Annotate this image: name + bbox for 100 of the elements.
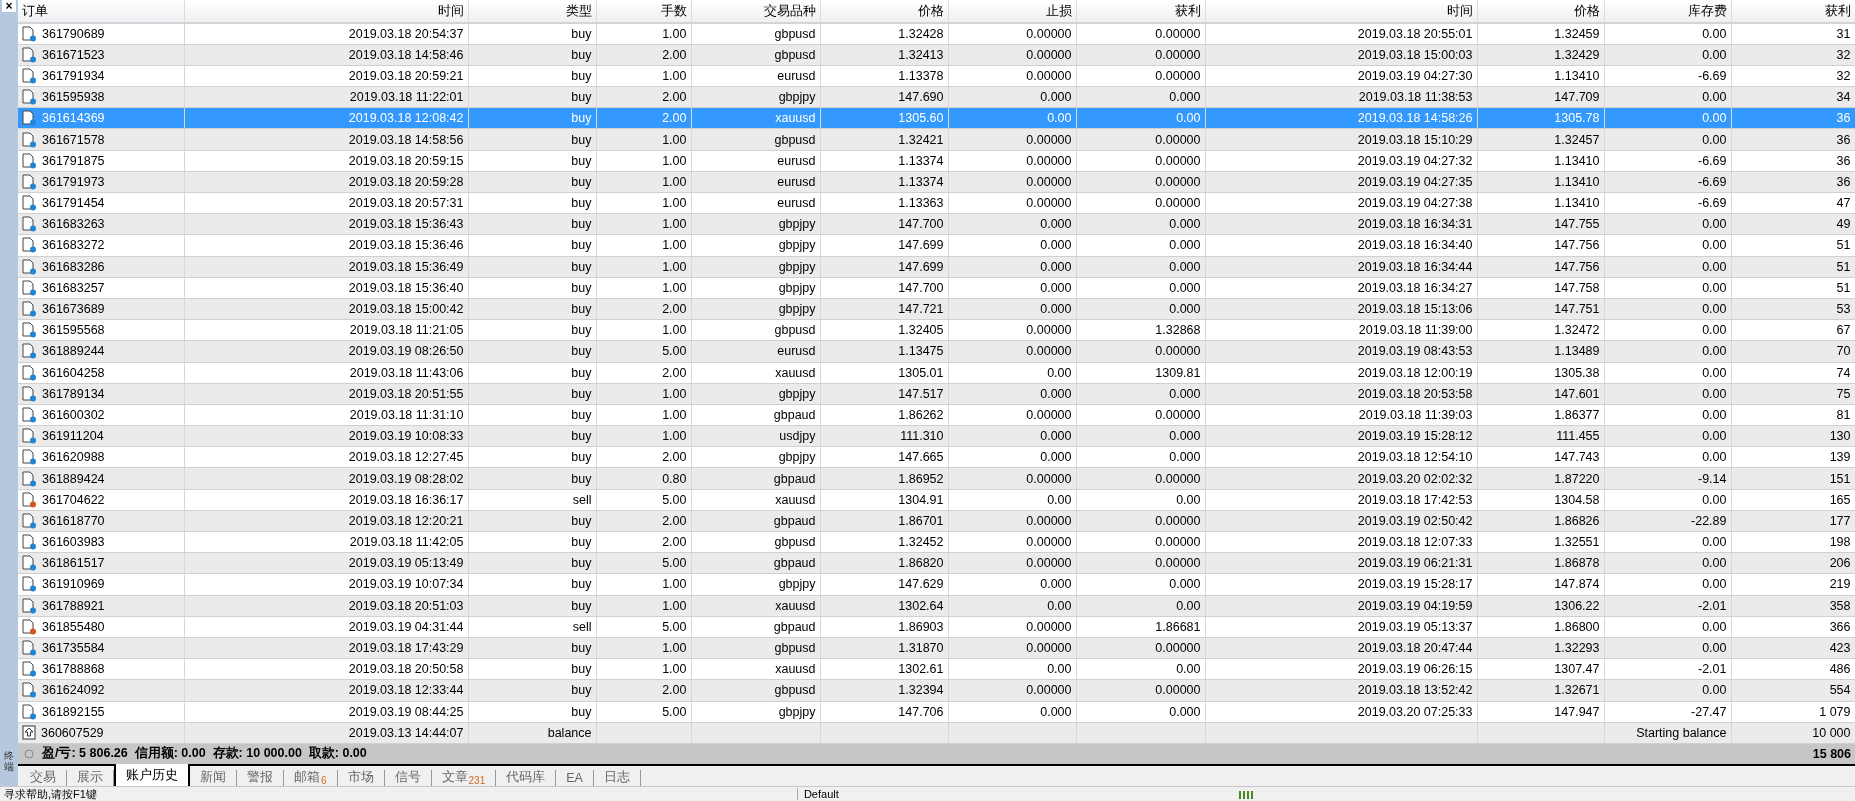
column-header[interactable]: 时间 — [184, 0, 468, 23]
trade-row[interactable]: 361910969 2019.03.19 10:07:34 buy 1.00 gbpjpy 147.629 0.000 0.000 2019.03.19 15:28:17 147.874 0.00 219 — [18, 573, 1855, 596]
tab[interactable]: 信号 — [384, 769, 432, 786]
table-cell: 36 — [1836, 132, 1851, 147]
column-header[interactable]: 类型 — [468, 0, 596, 23]
trade-row[interactable]: 361603983 2019.03.18 11:42:05 buy 2.00 gbpusd 1.32452 0.00000 0.00000 2019.03.18 12:07:33 1.32551 0.00 198 — [18, 531, 1855, 553]
trade-row[interactable]: 361911204 2019.03.19 10:08:33 buy 1.00 usdjpy 111.310 0.000 0.000 2019.03.19 15:28:12 111.455 0.00 130 — [18, 425, 1855, 447]
status-help-text: 寻求帮助,请按F1键 — [4, 788, 97, 800]
column-header[interactable]: 订单 — [18, 0, 184, 23]
close-button[interactable]: × — [2, 0, 16, 12]
table-cell: 1.00 — [662, 132, 687, 147]
table-cell: 2019.03.18 12:54:10 — [1357, 450, 1473, 465]
table-cell: 1.32293 — [1554, 641, 1600, 656]
column-header[interactable]: 价格 — [820, 0, 948, 23]
table-cell: 2019.03.18 11:31:10 — [349, 407, 464, 422]
trade-row[interactable]: 361791454 2019.03.18 20:57:31 buy 1.00 eurusd 1.13363 0.00000 0.00000 2019.03.19 04:27:38 1.13410 -6.69 47 — [18, 192, 1855, 214]
table-cell: 2019.03.18 15:00:03 — [1357, 47, 1473, 62]
trade-row[interactable]: 361790689 2019.03.18 20:54:37 buy 1.00 gbpusd 1.32428 0.00000 0.00000 2019.03.18 20:55:01 1.32459 0.00 31 — [18, 23, 1855, 45]
table-cell: 5.00 — [662, 704, 687, 719]
trade-row[interactable]: 361595938 2019.03.18 11:22:01 buy 2.00 gbpjpy 147.690 0.000 0.000 2019.03.18 11:38:53 147.709 0.00 34 — [18, 86, 1855, 108]
trade-row[interactable]: 361889424 2019.03.19 08:28:02 buy 0.80 gbpaud 1.86952 0.00000 0.00000 2019.03.20 02:02:32 1.87220 -9.14 151 — [18, 467, 1855, 490]
document-icon — [22, 173, 37, 190]
tab[interactable]: 代码库 — [496, 769, 557, 786]
column-header[interactable]: 手数 — [596, 0, 691, 23]
tab[interactable]: EA — [556, 769, 594, 786]
trade-row[interactable]: 361618770 2019.03.18 12:20:21 buy 2.00 gbpaud 1.86701 0.00000 0.00000 2019.03.19 02:50:42 1.86826 -22.89 177 — [18, 510, 1855, 532]
table-cell: 2019.03.19 04:19:59 — [1357, 598, 1473, 613]
summary-text: 盈/亏: 5 806.26 信用额: 0.00 存款: 10 000.00 取款: 0.00 — [42, 745, 367, 763]
document-icon — [22, 534, 37, 551]
trade-row[interactable]: 361624092 2019.03.18 12:33:44 buy 2.00 gbpusd 1.32394 0.00000 0.00000 2019.03.18 13:52:42 1.32671 0.00 554 — [18, 679, 1855, 701]
order-number: 361618770 — [42, 513, 105, 528]
trade-row[interactable]: 361855480 2019.03.19 04:31:44 sell 5.00 gbpaud 1.86903 0.00000 1.86681 2019.03.19 05:13:37 1.86800 0.00 366 — [18, 616, 1855, 638]
column-header[interactable]: 交易品种 — [691, 0, 820, 23]
table-cell: 2019.03.19 04:27:38 — [1357, 196, 1473, 211]
trade-row[interactable]: 361595568 2019.03.18 11:21:05 buy 1.00 gbpusd 1.32405 0.00000 1.32868 2019.03.18 11:39:00 1.32472 0.00 67 — [18, 319, 1855, 341]
tab[interactable]: 警报 — [237, 769, 284, 786]
table-cell: 0.00000 — [1155, 683, 1201, 698]
trade-row[interactable]: 360607529 2019.03.13 14:44:07 balance Starting balance 10 000 — [18, 722, 1855, 744]
document-icon — [22, 661, 37, 678]
table-cell: 0.00 — [1047, 111, 1072, 126]
table-cell: 0.000 — [1169, 90, 1201, 105]
table-cell: 2019.03.19 05:13:37 — [1357, 619, 1473, 634]
trade-row[interactable]: 361791934 2019.03.18 20:59:21 buy 1.00 eurusd 1.13378 0.00000 0.00000 2019.03.19 04:27:30 1.13410 -6.69 32 — [18, 65, 1855, 87]
trade-row[interactable]: 361620988 2019.03.18 12:27:45 buy 2.00 gbpjpy 147.665 0.000 0.000 2019.03.18 12:54:10 147.743 0.00 139 — [18, 446, 1855, 468]
table-cell: gbpaud — [773, 619, 816, 634]
trade-row[interactable]: 361600302 2019.03.18 11:31:10 buy 1.00 gbpaud 1.86262 0.00000 0.00000 2019.03.18 11:39:03 1.86377 0.00 81 — [18, 404, 1855, 426]
trade-row[interactable]: 361683257 2019.03.18 15:36:40 buy 1.00 gbpjpy 147.700 0.000 0.000 2019.03.18 16:34:27 147.758 0.00 51 — [18, 277, 1855, 299]
tab[interactable]: 交易 — [20, 769, 67, 786]
trade-row[interactable]: 361791875 2019.03.18 20:59:15 buy 1.00 eurusd 1.13374 0.00000 0.00000 2019.03.19 04:27:32 1.13410 -6.69 36 — [18, 150, 1855, 172]
trade-row[interactable]: 361788868 2019.03.18 20:50:58 buy 1.00 xauusd 1302.61 0.00 0.00 2019.03.19 06:26:15 1307.47 -2.01 486 — [18, 658, 1855, 680]
table-cell: 2019.03.18 16:34:44 — [1357, 259, 1473, 274]
trade-row[interactable]: 361704622 2019.03.18 16:36:17 sell 5.00 xauusd 1304.91 0.00 0.00 2019.03.18 17:42:53 1304.58 0.00 165 — [18, 489, 1855, 511]
table-cell: 2019.03.19 08:44:25 — [348, 704, 464, 719]
table-cell: 1.86262 — [898, 407, 944, 422]
table-cell: 0.000 — [1040, 302, 1072, 317]
trade-row[interactable]: 361789134 2019.03.18 20:51:55 buy 1.00 gbpjpy 147.517 0.000 0.000 2019.03.18 20:53:58 147.601 0.00 75 — [18, 383, 1855, 405]
document-icon — [22, 703, 37, 720]
document-icon — [22, 258, 37, 275]
table-cell: 554 — [1829, 683, 1851, 698]
table-cell: 2019.03.18 17:43:29 — [348, 641, 464, 656]
document-icon — [22, 110, 37, 127]
table-cell: 2019.03.19 15:28:17 — [1357, 577, 1473, 592]
trade-row[interactable]: 361683263 2019.03.18 15:36:43 buy 1.00 gbpjpy 147.700 0.000 0.000 2019.03.18 16:34:31 147.755 0.00 49 — [18, 213, 1855, 235]
trade-row[interactable]: 361892155 2019.03.19 08:44:25 buy 5.00 gbpjpy 147.706 0.000 0.000 2019.03.20 07:25:33 147.947 -27.47 1 079 — [18, 701, 1855, 723]
document-icon — [22, 131, 37, 148]
trade-row[interactable]: 361671523 2019.03.18 14:58:46 buy 2.00 gbpusd 1.32413 0.00000 0.00000 2019.03.18 15:00:03 1.32429 0.00 32 — [18, 44, 1855, 66]
table-cell: 0.00 — [1176, 662, 1201, 677]
table-cell: buy — [571, 174, 592, 189]
column-header[interactable]: 获利 — [1076, 0, 1205, 23]
order-number: 361603983 — [42, 535, 105, 550]
order-number: 361789134 — [42, 386, 105, 401]
trade-row[interactable]: 361671578 2019.03.18 14:58:56 buy 1.00 gbpusd 1.32421 0.00000 0.00000 2019.03.18 15:10:29 1.32457 0.00 36 — [18, 128, 1855, 151]
trade-row[interactable]: 361788921 2019.03.18 20:51:03 buy 1.00 xauusd 1302.64 0.00 0.00 2019.03.19 04:19:59 1306.22 -2.01 358 — [18, 595, 1855, 617]
order-number: 361855480 — [42, 619, 105, 634]
column-header[interactable]: 获利 — [1731, 0, 1855, 23]
column-header[interactable]: 时间 — [1205, 0, 1477, 23]
table-cell: gbpjpy — [778, 450, 816, 465]
table-cell: 2019.03.19 15:28:12 — [1357, 429, 1473, 444]
table-cell: eurusd — [777, 344, 816, 359]
trade-row[interactable]: 361683272 2019.03.18 15:36:46 buy 1.00 gbpjpy 147.699 0.000 0.000 2019.03.18 16:34:40 147.756 0.00 51 — [18, 234, 1855, 257]
table-cell: 486 — [1829, 662, 1851, 677]
table-cell: 2019.03.19 10:08:33 — [348, 429, 464, 444]
table-cell: 1.13475 — [898, 344, 944, 359]
table-cell: xauusd — [775, 662, 816, 677]
trade-row[interactable]: 361861517 2019.03.19 05:13:49 buy 5.00 gbpaud 1.86820 0.00000 0.00000 2019.03.19 06:21:31 1.86878 0.00 206 — [18, 552, 1855, 574]
trade-row[interactable]: 361604258 2019.03.18 11:43:06 buy 2.00 xauusd 1305.01 0.00 1309.81 2019.03.18 12:00:19 1305.38 0.00 74 — [18, 362, 1855, 384]
table-cell: 1.86800 — [1554, 619, 1600, 634]
trade-row[interactable]: 361683286 2019.03.18 15:36:49 buy 1.00 gbpjpy 147.699 0.000 0.000 2019.03.18 16:34:44 147.756 0.00 51 — [18, 256, 1855, 278]
trade-row[interactable]: 361735584 2019.03.18 17:43:29 buy 1.00 gbpusd 1.31870 0.00000 0.00000 2019.03.18 20:47:44 1.32293 0.00 423 — [18, 637, 1855, 659]
trade-row[interactable]: 361889244 2019.03.19 08:26:50 buy 5.00 eurusd 1.13475 0.00000 0.00000 2019.03.19 08:43:53 1.13489 0.00 70 — [18, 340, 1855, 362]
column-header[interactable]: 价格 — [1477, 0, 1604, 23]
column-header[interactable]: 库存费 — [1604, 0, 1731, 23]
tab[interactable]: 新闻 — [190, 769, 237, 786]
tab[interactable]: 市场 — [337, 769, 385, 786]
table-cell: 0.00 — [1702, 407, 1727, 422]
tab[interactable]: 日志 — [593, 769, 641, 786]
table-cell: 423 — [1829, 641, 1851, 656]
trade-row[interactable]: 361791973 2019.03.18 20:59:28 buy 1.00 eurusd 1.13374 0.00000 0.00000 2019.03.19 04:27:35 1.13410 -6.69 36 — [18, 171, 1855, 193]
trade-row[interactable]: 361673689 2019.03.18 15:00:42 buy 2.00 gbpjpy 147.721 0.000 0.000 2019.03.18 15:13:06 147.751 0.00 53 — [18, 298, 1855, 320]
column-header[interactable]: 止损 — [948, 0, 1076, 23]
